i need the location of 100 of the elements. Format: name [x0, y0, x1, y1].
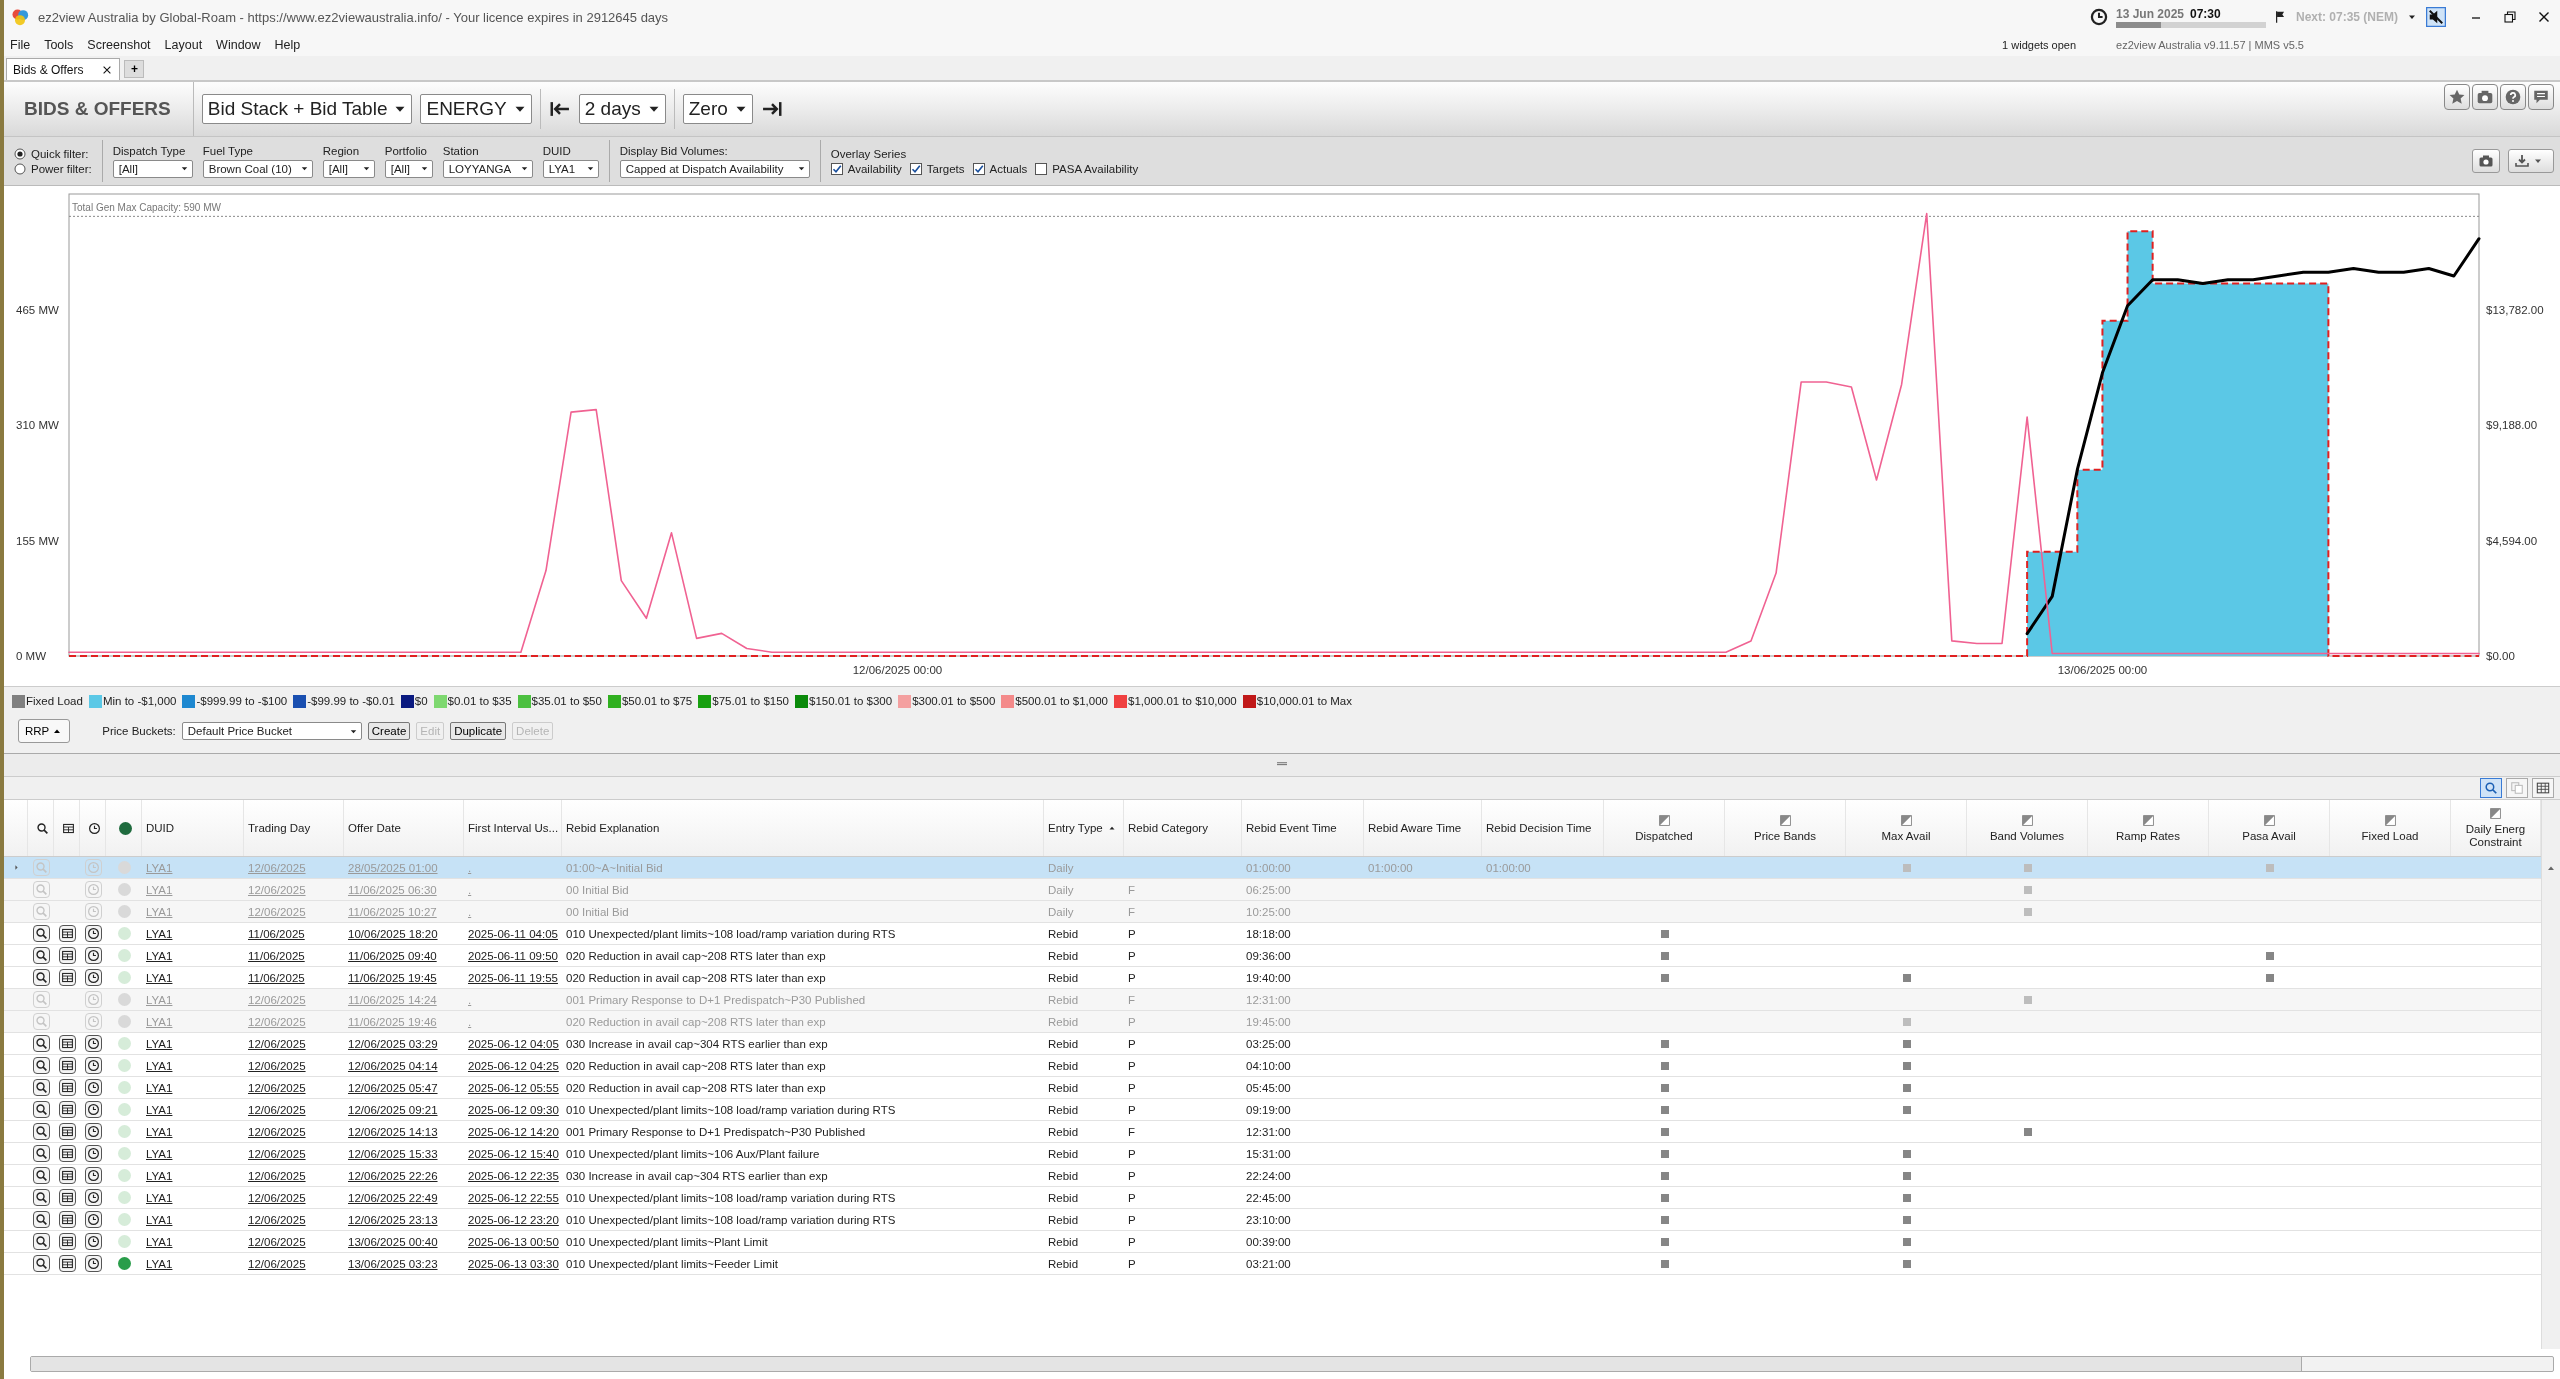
menu-item[interactable]: Layout	[164, 37, 203, 52]
help-button[interactable]	[2500, 84, 2526, 110]
table-link[interactable]: 12/06/2025 14:13	[348, 1125, 438, 1138]
table-link[interactable]: 10/06/2025 18:20	[348, 927, 438, 940]
menu-item[interactable]: Window	[216, 37, 261, 52]
table-link[interactable]: 2025-06-13 00:50	[468, 1235, 559, 1248]
table-link[interactable]: LYA1	[146, 1103, 173, 1116]
search-button[interactable]	[32, 1101, 50, 1118]
favourite-button[interactable]	[2444, 84, 2470, 110]
overlay-checkbox[interactable]: Availability	[830, 162, 902, 175]
table-link[interactable]: 2025-06-13 03:30	[468, 1257, 559, 1270]
filter-dropdown[interactable]: LYA1	[542, 159, 599, 178]
table-link[interactable]: 12/06/2025	[248, 1103, 306, 1116]
table-link[interactable]: LYA1	[146, 1257, 173, 1270]
table-link[interactable]: LYA1	[146, 1037, 173, 1050]
table-link[interactable]: 12/06/2025 04:14	[348, 1059, 438, 1072]
clock-button[interactable]	[84, 1057, 102, 1074]
clock-button[interactable]	[84, 1167, 102, 1184]
market-dropdown[interactable]: ENERGY	[420, 94, 532, 124]
column-header[interactable]: Rebid Explanation	[562, 800, 1044, 856]
filter-dropdown[interactable]: [All]	[112, 159, 193, 178]
table-link[interactable]: LYA1	[146, 1235, 173, 1248]
table-link[interactable]: 2025-06-12 22:35	[468, 1169, 559, 1182]
search-button[interactable]	[32, 1233, 50, 1250]
column-header[interactable]: Pasa Avail	[2209, 800, 2330, 856]
view-dropdown[interactable]: Bid Stack + Bid Table	[201, 94, 413, 124]
column-header[interactable]: Dispatched	[1604, 800, 1725, 856]
bid-volumes-dropdown[interactable]: Capped at Dispatch Availability	[619, 159, 810, 178]
clock-button[interactable]	[84, 969, 102, 986]
table-link[interactable]: LYA1	[146, 927, 173, 940]
table-button[interactable]	[58, 1079, 76, 1096]
clock-button[interactable]	[84, 947, 102, 964]
menu-item[interactable]: Screenshot	[87, 37, 151, 52]
table-button[interactable]	[58, 947, 76, 964]
filter-mode-radio[interactable]: Power filter:	[14, 162, 92, 175]
table-link[interactable]: 12/06/2025	[248, 1147, 306, 1160]
table-button[interactable]	[58, 1255, 76, 1272]
filter-dropdown[interactable]: Brown Coal (10)	[202, 159, 313, 178]
table-button[interactable]	[58, 1057, 76, 1074]
table-link[interactable]: LYA1	[146, 1081, 173, 1094]
comment-button[interactable]	[2528, 84, 2554, 110]
filter-icon[interactable]	[1778, 813, 1792, 827]
search-button[interactable]	[32, 969, 50, 986]
clock-button[interactable]	[84, 1145, 102, 1162]
table-link[interactable]: 12/06/2025 15:33	[348, 1147, 438, 1160]
table-button[interactable]	[58, 1145, 76, 1162]
filter-mode-radio[interactable]: Quick filter:	[14, 147, 92, 160]
column-header[interactable]: First Interval Us...	[464, 800, 562, 856]
table-link[interactable]: LYA1	[146, 1059, 173, 1072]
table-link[interactable]: 2025-06-11 19:55	[468, 971, 558, 984]
table-link[interactable]: 2025-06-11 09:50	[468, 949, 558, 962]
clock-button[interactable]	[84, 1079, 102, 1096]
table-link[interactable]: 13/06/2025 00:40	[348, 1235, 438, 1248]
search-button[interactable]	[32, 1079, 50, 1096]
clock-button[interactable]	[84, 1035, 102, 1052]
filter-icon[interactable]	[2141, 813, 2155, 827]
filter-dropdown[interactable]: LOYYANGA	[442, 159, 533, 178]
table-link[interactable]: LYA1	[146, 971, 173, 984]
horizontal-scrollbar[interactable]	[30, 1356, 2554, 1372]
table-link[interactable]: 2025-06-12 04:25	[468, 1059, 559, 1072]
clock-button[interactable]	[84, 1101, 102, 1118]
column-header[interactable]: Rebid Event Time	[1242, 800, 1364, 856]
rrp-button[interactable]: RRP	[18, 719, 71, 743]
table-link[interactable]: LYA1	[146, 949, 173, 962]
tab[interactable]: Bids & Offers	[6, 58, 121, 80]
search-button[interactable]	[32, 947, 50, 964]
filter-dropdown[interactable]: [All]	[322, 159, 375, 178]
table-link[interactable]: 13/06/2025 03:23	[348, 1257, 438, 1270]
table-link[interactable]: 11/06/2025 09:40	[348, 949, 437, 962]
screenshot-button[interactable]	[2472, 84, 2498, 110]
search-button[interactable]	[32, 1035, 50, 1052]
table-link[interactable]: 2025-06-12 22:55	[468, 1191, 559, 1204]
search-button[interactable]	[32, 1255, 50, 1272]
search-button[interactable]	[32, 1145, 50, 1162]
table-link[interactable]: 12/06/2025 22:26	[348, 1169, 438, 1182]
table-link[interactable]: 12/06/2025	[248, 1213, 306, 1226]
table-button[interactable]	[58, 969, 76, 986]
filter-icon[interactable]	[1657, 813, 1671, 827]
menu-item[interactable]: Tools	[44, 37, 74, 52]
filter-icon[interactable]	[2489, 807, 2502, 820]
search-button[interactable]	[32, 925, 50, 942]
grid-button[interactable]	[2532, 778, 2554, 798]
table-link[interactable]: LYA1	[146, 1147, 173, 1160]
filter-icon[interactable]	[2020, 813, 2034, 827]
column-header[interactable]: Offer Date	[344, 800, 464, 856]
table-button[interactable]	[58, 1233, 76, 1250]
screenshot-button[interactable]	[2472, 149, 2500, 173]
table-button[interactable]	[58, 1101, 76, 1118]
range-dropdown[interactable]: 2 days	[578, 94, 666, 124]
table-link[interactable]: 12/06/2025	[248, 1125, 306, 1138]
table-link[interactable]: 2025-06-12 14:20	[468, 1125, 559, 1138]
table-link[interactable]: 12/06/2025 22:49	[348, 1191, 438, 1204]
table-link[interactable]: 12/06/2025 03:29	[348, 1037, 438, 1050]
table-link[interactable]: 2025-06-12 09:30	[468, 1103, 559, 1116]
column-header[interactable]: Fixed Load	[2330, 800, 2451, 856]
column-header[interactable]: Band Volumes	[1967, 800, 2088, 856]
table-link[interactable]: 2025-06-12 05:55	[468, 1081, 559, 1094]
filter-icon[interactable]	[1899, 813, 1913, 827]
table-button[interactable]	[58, 1123, 76, 1140]
column-header[interactable]: Ramp Rates	[2088, 800, 2209, 856]
